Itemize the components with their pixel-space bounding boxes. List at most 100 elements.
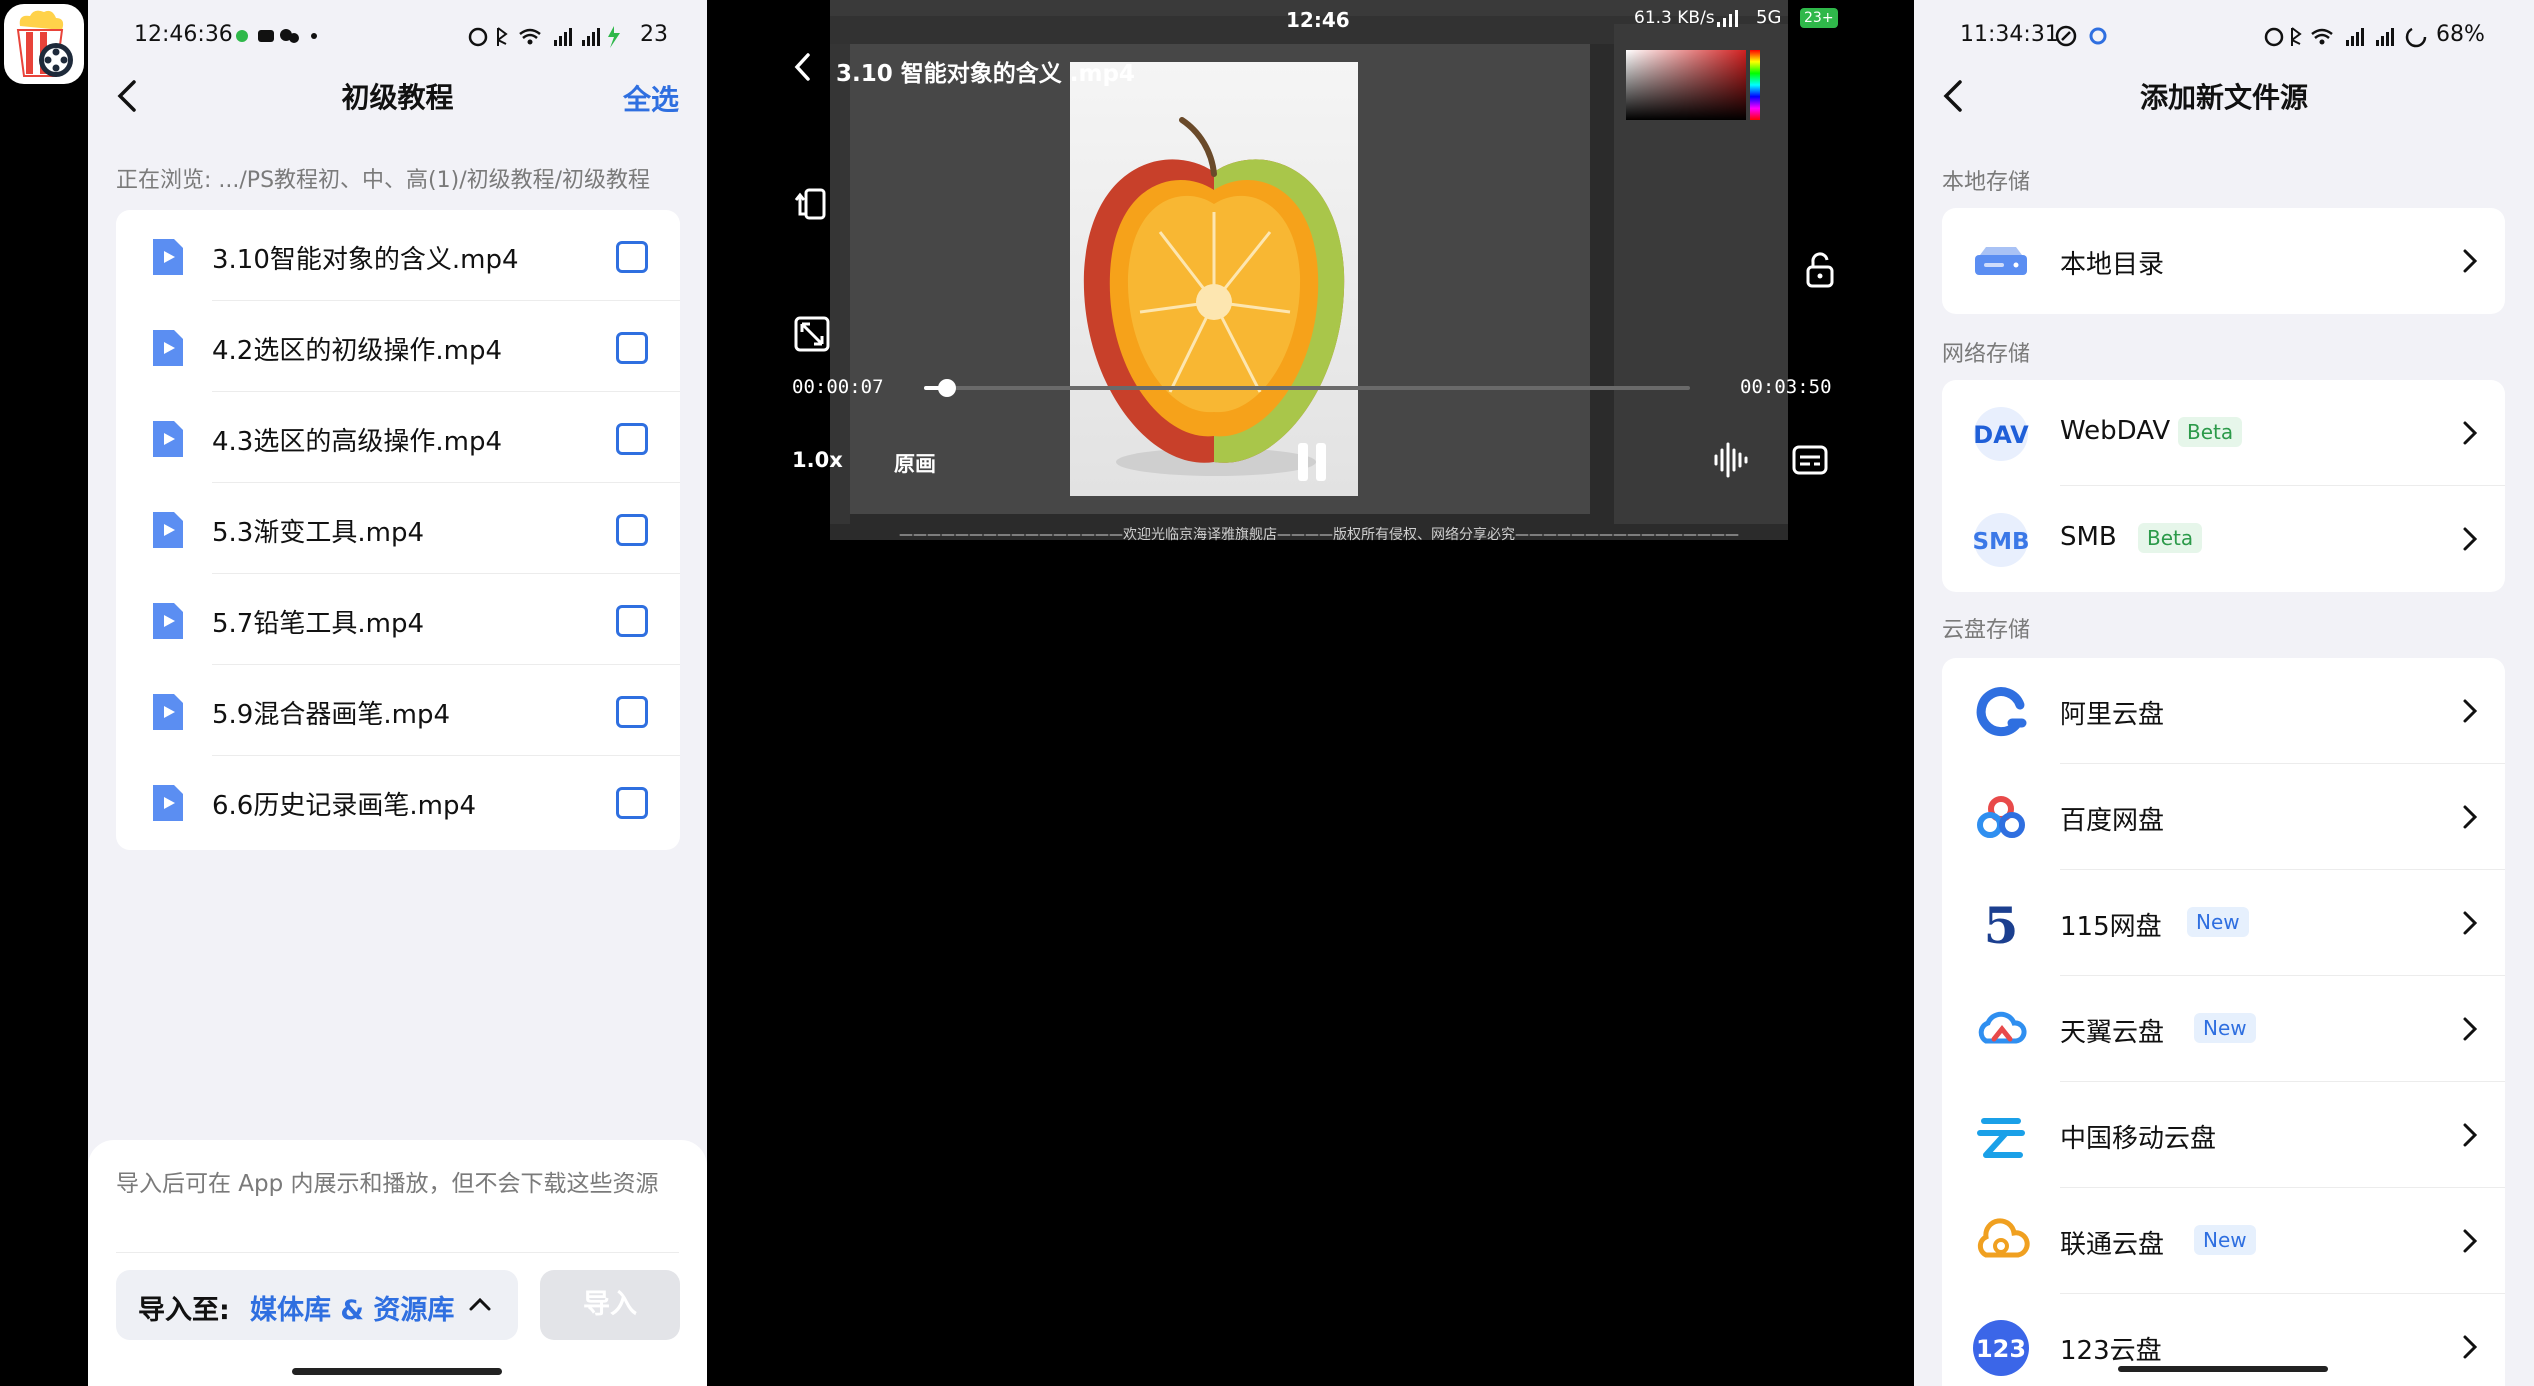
123-logo-text: 123 bbox=[1976, 1335, 2026, 1363]
file-row[interactable]: 4.2选区的初级操作.mp4 bbox=[116, 301, 680, 392]
beta-badge: Beta bbox=[2138, 523, 2203, 553]
total-time: 00:03:50 bbox=[1740, 376, 1832, 398]
back-icon[interactable] bbox=[792, 52, 814, 82]
popcorn-film-icon bbox=[16, 10, 73, 77]
file-checkbox[interactable] bbox=[616, 787, 648, 819]
section-cloud-storage: 云盘存储 bbox=[1942, 618, 2031, 643]
file-name: 5.9混合器画笔.mp4 bbox=[212, 700, 450, 730]
pause-icon[interactable] bbox=[1292, 440, 1332, 484]
fullscreen-icon[interactable] bbox=[792, 314, 832, 354]
status-bar: 12:46:36 23 bbox=[88, 0, 707, 70]
status-time: 11:34:31 bbox=[1960, 22, 2059, 47]
battery-level: 23+ bbox=[1800, 8, 1838, 28]
file-name: 4.2选区的初级操作.mp4 bbox=[212, 336, 502, 366]
drive-icon bbox=[1975, 247, 2027, 275]
new-badge: New bbox=[2194, 1225, 2256, 1255]
source-row-smb[interactable]: SMB SMB Beta bbox=[1942, 486, 2505, 592]
file-row[interactable]: 3.10智能对象的含义.mp4 bbox=[116, 210, 680, 301]
import-button[interactable]: 导入 bbox=[540, 1270, 680, 1340]
seek-bar[interactable] bbox=[924, 379, 1690, 397]
source-row-local[interactable]: 本地目录 bbox=[1942, 208, 2505, 314]
video-file-icon bbox=[153, 421, 183, 457]
source-name: SMB bbox=[2060, 522, 2117, 552]
file-row[interactable]: 6.6历史记录画笔.mp4 bbox=[116, 756, 680, 847]
divider bbox=[116, 1252, 679, 1253]
smb-icon: SMB bbox=[1973, 513, 2030, 567]
file-row[interactable]: 5.7铅笔工具.mp4 bbox=[116, 574, 680, 665]
file-checkbox[interactable] bbox=[616, 423, 648, 455]
video-file-icon bbox=[153, 603, 183, 639]
source-row-webdav[interactable]: DAV WebDAV Beta bbox=[1942, 380, 2505, 486]
cmcc-icon bbox=[1977, 1118, 2025, 1158]
file-checkbox[interactable] bbox=[616, 605, 648, 637]
video-file-icon bbox=[153, 512, 183, 548]
subtitles-icon[interactable] bbox=[1790, 440, 1830, 480]
chevron-up-icon bbox=[469, 1297, 491, 1311]
chevron-right-icon bbox=[2463, 1123, 2478, 1147]
video-content bbox=[1626, 50, 1746, 120]
audio-track-icon[interactable] bbox=[1710, 440, 1750, 480]
file-checkbox[interactable] bbox=[616, 514, 648, 546]
chevron-right-icon bbox=[2463, 699, 2478, 723]
chevron-right-icon bbox=[2463, 805, 2478, 829]
source-row-baidu[interactable]: 百度网盘 bbox=[1942, 764, 2505, 870]
file-checkbox[interactable] bbox=[616, 332, 648, 364]
video-watermark: ————————————————欢迎光临京海译雅旗舰店————版权所有侵权、网络… bbox=[899, 527, 1739, 543]
webdav-icon: DAV bbox=[1973, 407, 2029, 461]
video-content bbox=[1750, 50, 1760, 120]
video-file-icon bbox=[153, 694, 183, 730]
status-time: 12:46:36 bbox=[134, 22, 233, 47]
import-note: 导入后可在 App 内展示和播放，但不会下载这些资源 bbox=[116, 1171, 659, 1197]
battery-level: 23 bbox=[640, 22, 668, 47]
smb-logo-text: SMB bbox=[1973, 529, 2030, 555]
notification-icons bbox=[236, 29, 317, 43]
source-row-115[interactable]: 5 115网盘 New bbox=[1942, 870, 2505, 976]
chevron-right-icon bbox=[2463, 1229, 2478, 1253]
app-icon[interactable] bbox=[4, 4, 84, 84]
source-row-unicom[interactable]: 联通云盘 New bbox=[1942, 1188, 2505, 1294]
chevron-right-icon bbox=[2463, 911, 2478, 935]
beta-badge: Beta bbox=[2178, 417, 2243, 447]
115-icon: 5 bbox=[1984, 896, 2019, 953]
status-icons bbox=[468, 26, 620, 48]
file-row[interactable]: 5.9混合器画笔.mp4 bbox=[116, 665, 680, 756]
source-name: 本地目录 bbox=[2060, 250, 2165, 280]
add-source-panel: 11:34:31 68% 添加新文件源 本地存储 本地目录 网络存储 DAV W… bbox=[1914, 0, 2534, 1386]
file-name: 4.3选区的高级操作.mp4 bbox=[212, 427, 502, 457]
unlock-icon[interactable] bbox=[1800, 250, 1840, 290]
video-player-panel: ————————————————欢迎光临京海译雅旗舰店————版权所有侵权、网络… bbox=[710, 0, 1913, 1386]
network-storage-card: DAV WebDAV Beta SMB SMB Beta bbox=[1942, 380, 2505, 592]
video-file-icon bbox=[153, 239, 183, 275]
status-icons bbox=[2264, 26, 2427, 48]
baidu-icon bbox=[1977, 796, 2025, 838]
chevron-right-icon bbox=[2463, 1017, 2478, 1041]
source-row-cmcc[interactable]: 中国移动云盘 bbox=[1942, 1082, 2505, 1188]
signal-icon bbox=[1717, 10, 1738, 27]
file-row[interactable]: 4.3选区的高级操作.mp4 bbox=[116, 392, 680, 483]
page-title: 初级教程 bbox=[341, 81, 454, 114]
playback-speed-button[interactable]: 1.0x bbox=[792, 448, 843, 472]
source-row-123[interactable]: 123 123云盘 bbox=[1942, 1294, 2505, 1386]
quality-button[interactable]: 原画 bbox=[894, 448, 936, 478]
file-checkbox[interactable] bbox=[616, 241, 648, 273]
source-name: WebDAV bbox=[2060, 416, 2171, 446]
import-destination-select[interactable]: 导入至: 媒体库 & 资源库 bbox=[116, 1270, 518, 1340]
rotate-screen-icon[interactable] bbox=[792, 184, 832, 224]
source-name: 123云盘 bbox=[2060, 1336, 2162, 1366]
home-indicator bbox=[292, 1368, 502, 1375]
seek-handle[interactable] bbox=[937, 379, 956, 397]
video-file-icon bbox=[153, 785, 183, 821]
file-checkbox[interactable] bbox=[616, 696, 648, 728]
video-file-icon bbox=[153, 330, 183, 366]
source-row-aliyun[interactable]: 阿里云盘 bbox=[1942, 658, 2505, 764]
source-name: 中国移动云盘 bbox=[2060, 1124, 2217, 1154]
chevron-right-icon bbox=[2463, 249, 2478, 273]
select-all-button[interactable]: 全选 bbox=[623, 78, 679, 118]
apple-orange-image bbox=[1083, 117, 1345, 476]
source-row-tianyi[interactable]: 天翼云盘 New bbox=[1942, 976, 2505, 1082]
file-row[interactable]: 5.3渐变工具.mp4 bbox=[116, 483, 680, 574]
aliyun-icon bbox=[1976, 687, 2027, 737]
source-name: 阿里云盘 bbox=[2060, 700, 2165, 730]
cloud-storage-card: 阿里云盘 百度网盘 5 115网盘 New 天翼云盘 New 中国移动云盘 联通… bbox=[1942, 658, 2505, 1386]
file-name: 3.10智能对象的含义.mp4 bbox=[212, 245, 519, 275]
